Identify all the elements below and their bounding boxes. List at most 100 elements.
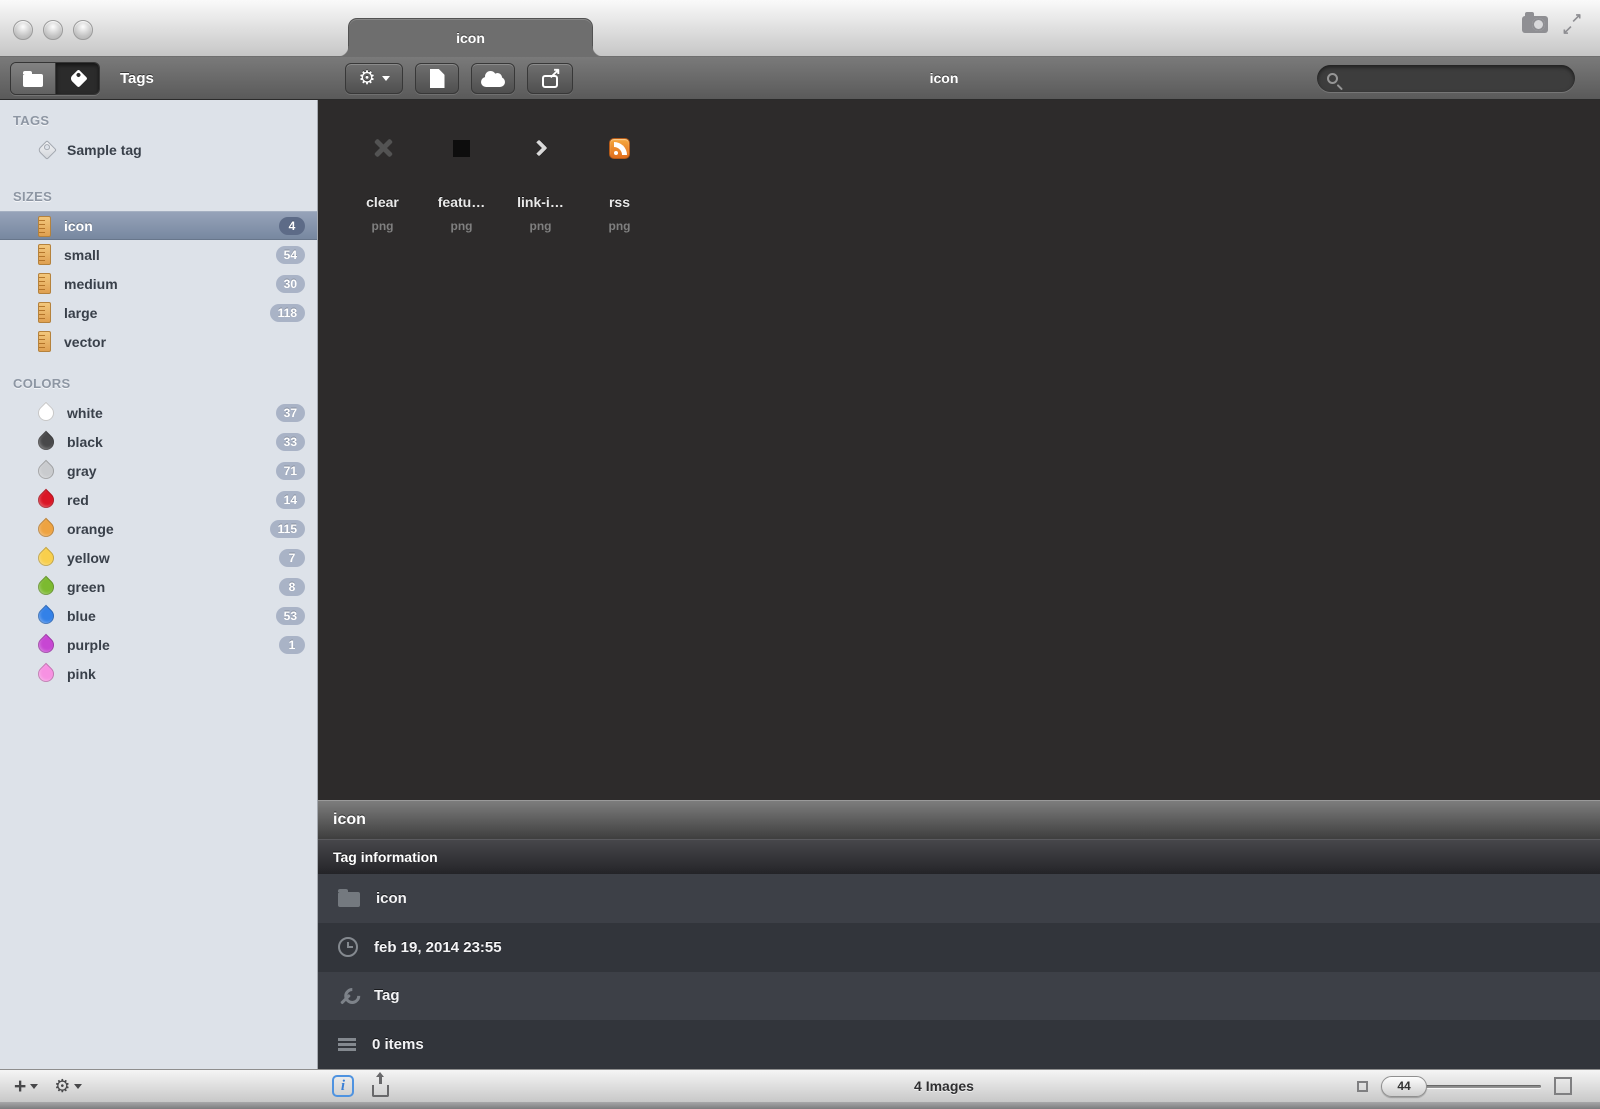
sidebar-item-label: purple <box>67 636 110 653</box>
file-extension: png <box>371 219 394 233</box>
chevron-down-icon <box>381 76 390 81</box>
sidebar-item-label: pink <box>67 665 96 682</box>
tag-icon <box>37 139 57 160</box>
file-extension: png <box>529 219 552 233</box>
count-badge: 8 <box>279 577 305 596</box>
slider-thumb[interactable]: 44 <box>1381 1075 1427 1097</box>
sidebar-item-orange[interactable]: orange 115 <box>0 514 317 543</box>
fullscreen-icon[interactable] <box>1562 10 1582 38</box>
count-badge: 1 <box>279 635 305 654</box>
sidebar-item-purple[interactable]: purple 1 <box>0 630 317 659</box>
search-icon <box>1327 73 1338 84</box>
sidebar-item-label: black <box>67 433 103 450</box>
sidebar-item-vector[interactable]: vector <box>0 327 317 356</box>
count-badge: 30 <box>275 274 305 293</box>
statusbar: i 4 Images 44 <box>0 1069 1600 1102</box>
actions-gear-button[interactable] <box>345 63 403 94</box>
thumbnail-rss[interactable]: rss png <box>580 130 659 800</box>
sidebar-item-sample-tag[interactable]: Sample tag <box>0 135 317 164</box>
sidebar-section-colors: COLORS <box>13 376 71 391</box>
settings-gear-button[interactable] <box>54 1077 83 1095</box>
export-icon[interactable] <box>372 1071 389 1097</box>
zoom-out-icon[interactable] <box>1357 1080 1368 1092</box>
page-icon <box>429 69 445 88</box>
sidebar-item-medium[interactable]: medium 30 <box>0 269 317 298</box>
search-field[interactable] <box>1317 65 1575 92</box>
sidebar-item-large[interactable]: large 118 <box>0 298 317 327</box>
sidebar-item-label: orange <box>67 520 114 537</box>
count-badge: 14 <box>275 490 305 509</box>
sidebar-item-blue[interactable]: blue 53 <box>0 601 317 630</box>
sidebar-item-gray[interactable]: gray 71 <box>0 456 317 485</box>
toolbar: Tags icon <box>0 57 1600 100</box>
info-row-date: feb 19, 2014 23:55 <box>318 922 1600 972</box>
traffic-lights <box>13 20 93 40</box>
x-icon <box>372 137 394 159</box>
thumbnail-size-slider[interactable]: 44 <box>1381 1075 1541 1097</box>
thumbnail-featured[interactable]: featu… png <box>422 130 501 800</box>
zoom-in-icon[interactable] <box>1554 1077 1572 1095</box>
count-badge: 54 <box>275 245 305 264</box>
search-input[interactable] <box>1344 65 1575 92</box>
ruler-icon <box>38 244 51 265</box>
sidebar-item-label: icon <box>64 218 93 234</box>
plus-icon <box>14 1076 26 1097</box>
folders-mode-button[interactable] <box>11 63 56 94</box>
ruler-icon <box>38 302 51 323</box>
titlebar: icon <box>0 0 1600 57</box>
count-badge: 118 <box>269 303 305 322</box>
color-swatch-icon <box>34 575 58 598</box>
zoom-window-button[interactable] <box>73 20 93 40</box>
cloud-button[interactable] <box>471 63 515 94</box>
share-icon <box>542 64 561 88</box>
sidebar-item-label: red <box>67 491 89 508</box>
info-panel-title: icon <box>318 800 1600 839</box>
new-document-button[interactable] <box>415 63 459 94</box>
close-window-button[interactable] <box>13 20 33 40</box>
sidebar-item-green[interactable]: green 8 <box>0 572 317 601</box>
count-badge: 7 <box>279 548 305 567</box>
count-badge: 115 <box>269 519 305 538</box>
color-swatch-icon <box>34 430 58 453</box>
sidebar-item-icon[interactable]: icon 4 <box>0 211 317 240</box>
black-square-icon <box>453 139 470 157</box>
chevron-down-icon <box>74 1083 83 1089</box>
sidebar-item-small[interactable]: small 54 <box>0 240 317 269</box>
count-badge: 71 <box>275 461 305 480</box>
file-extension: png <box>450 219 473 233</box>
color-swatch-icon <box>34 459 58 482</box>
minimize-window-button[interactable] <box>43 20 63 40</box>
sidebar-item-yellow[interactable]: yellow 7 <box>0 543 317 572</box>
sidebar-item-label: vector <box>64 333 107 350</box>
clock-icon <box>338 937 358 958</box>
sidebar-item-label: large <box>64 304 98 321</box>
tag-icon <box>69 69 88 88</box>
file-name: featu… <box>437 194 486 210</box>
count-badge: 4 <box>279 217 305 235</box>
file-name: rss <box>608 194 631 210</box>
tab-icon[interactable]: icon <box>338 18 603 57</box>
sidebar-item-red[interactable]: red 14 <box>0 485 317 514</box>
tags-mode-button[interactable] <box>55 63 99 94</box>
color-swatch-icon <box>34 517 58 540</box>
thumbnail-link[interactable]: link-i… png <box>501 130 580 800</box>
file-extension: png <box>608 219 631 233</box>
info-value: 0 items <box>372 1036 424 1054</box>
share-button[interactable] <box>527 63 573 94</box>
thumbnail-grid: clear png featu… png link-i… png rss png <box>318 100 1600 800</box>
camera-icon[interactable] <box>1522 11 1548 33</box>
sidebar-item-label: white <box>67 404 103 421</box>
folder-icon <box>22 70 43 87</box>
thumbnail-clear[interactable]: clear png <box>343 130 422 800</box>
color-swatch-icon <box>34 401 58 424</box>
add-button[interactable] <box>14 1076 39 1097</box>
wrench-icon <box>334 982 362 1010</box>
color-swatch-icon <box>34 488 58 511</box>
color-swatch-icon <box>34 662 58 685</box>
sidebar-item-white[interactable]: white 37 <box>0 398 317 427</box>
info-toggle-button[interactable]: i <box>332 1075 354 1097</box>
sidebar-item-pink[interactable]: pink <box>0 659 317 688</box>
info-panel-section-header[interactable]: Tag information <box>318 839 1600 874</box>
sidebar-item-black[interactable]: black 33 <box>0 427 317 456</box>
sidebar-item-label: green <box>67 578 106 595</box>
